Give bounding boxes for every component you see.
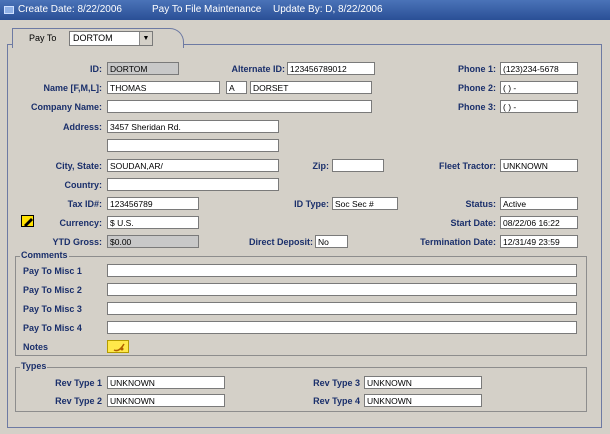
phone1-label: Phone 1:	[457, 64, 496, 74]
phone2-field[interactable]: ( ) -	[500, 81, 578, 94]
fleet-tractor-field[interactable]: UNKNOWN	[500, 159, 578, 172]
rev-type1-label: Rev Type 1	[55, 378, 102, 388]
phone1-field[interactable]: (123)234-5678	[500, 62, 578, 75]
rev-type1-field[interactable]: UNKNOWN	[107, 376, 225, 389]
id-label: ID:	[90, 64, 102, 74]
first-name-field[interactable]: THOMAS	[107, 81, 220, 94]
fleet-tractor-label: Fleet Tractor:	[438, 161, 496, 171]
misc2-field[interactable]	[107, 283, 577, 296]
misc2-label: Pay To Misc 2	[23, 285, 82, 295]
update-by: Update By: D, 8/22/2006	[273, 4, 383, 15]
tax-id-label: Tax ID#:	[67, 199, 102, 209]
company-label: Company Name:	[30, 102, 102, 112]
address2-field[interactable]	[107, 139, 279, 152]
misc4-label: Pay To Misc 4	[23, 323, 82, 333]
payto-select-value: DORTOM	[73, 33, 113, 43]
address-label: Address:	[62, 122, 102, 132]
types-legend: Types	[20, 361, 48, 371]
rev-type2-label: Rev Type 2	[55, 396, 102, 406]
title-bar: Create Date: 8/22/2006 Pay To File Maint…	[0, 0, 610, 20]
start-date-field[interactable]: 08/22/06 16:22	[500, 216, 578, 229]
chevron-down-icon[interactable]: ▼	[139, 32, 152, 45]
id-type-label: ID Type:	[294, 199, 329, 209]
payto-tab-label: Pay To	[29, 33, 57, 43]
misc4-field[interactable]	[107, 321, 577, 334]
misc3-field[interactable]	[107, 302, 577, 315]
city-state-field[interactable]: SOUDAN,AR/	[107, 159, 279, 172]
phone2-label: Phone 2:	[457, 83, 496, 93]
city-state-label: City, State:	[55, 161, 102, 171]
termination-date-label: Termination Date:	[420, 237, 496, 247]
zip-label: Zip:	[312, 161, 330, 171]
direct-deposit-label: Direct Deposit:	[248, 237, 313, 247]
comments-legend: Comments	[20, 250, 69, 260]
note-icon[interactable]	[107, 340, 129, 353]
last-name-field[interactable]: DORSET	[250, 81, 372, 94]
window-icon	[4, 6, 14, 14]
country-field[interactable]	[107, 178, 279, 191]
ytd-gross-label: YTD Gross:	[52, 237, 102, 247]
alt-id-label: Alternate ID:	[231, 64, 285, 74]
rev-type3-label: Rev Type 3	[313, 378, 360, 388]
currency-field[interactable]: $ U.S.	[107, 216, 199, 229]
edit-note-icon[interactable]	[21, 215, 34, 227]
middle-initial-field[interactable]: A	[226, 81, 247, 94]
id-type-field[interactable]: Soc Sec #	[332, 197, 398, 210]
alt-id-field[interactable]: 123456789012	[287, 62, 375, 75]
rev-type2-field[interactable]: UNKNOWN	[107, 394, 225, 407]
window-title: Pay To File Maintenance	[152, 4, 262, 15]
create-date: Create Date: 8/22/2006	[18, 4, 122, 15]
id-field: DORTOM	[107, 62, 179, 75]
zip-field[interactable]	[332, 159, 384, 172]
payto-tab[interactable]: Pay To DORTOM ▼	[12, 28, 184, 48]
rev-type4-label: Rev Type 4	[313, 396, 360, 406]
currency-label: Currency:	[59, 218, 102, 228]
country-label: Country:	[64, 180, 103, 190]
direct-deposit-field[interactable]: No	[315, 235, 348, 248]
payto-select[interactable]: DORTOM ▼	[69, 31, 153, 46]
notes-label: Notes	[23, 342, 49, 352]
misc1-field[interactable]	[107, 264, 577, 277]
tax-id-field[interactable]: 123456789	[107, 197, 199, 210]
termination-date-field[interactable]: 12/31/49 23:59	[500, 235, 578, 248]
misc1-label: Pay To Misc 1	[23, 266, 82, 276]
rev-type4-field[interactable]: UNKNOWN	[364, 394, 482, 407]
address1-field[interactable]: 3457 Sheridan Rd.	[107, 120, 279, 133]
rev-type3-field[interactable]: UNKNOWN	[364, 376, 482, 389]
status-label: Status:	[465, 199, 496, 209]
ytd-gross-field: $0.00	[107, 235, 199, 248]
company-field[interactable]	[107, 100, 372, 113]
start-date-label: Start Date:	[450, 218, 496, 228]
phone3-label: Phone 3:	[457, 102, 496, 112]
status-field[interactable]: Active	[500, 197, 578, 210]
misc3-label: Pay To Misc 3	[23, 304, 82, 314]
phone3-field[interactable]: ( ) -	[500, 100, 578, 113]
name-label: Name [F,M,L]:	[43, 83, 103, 93]
